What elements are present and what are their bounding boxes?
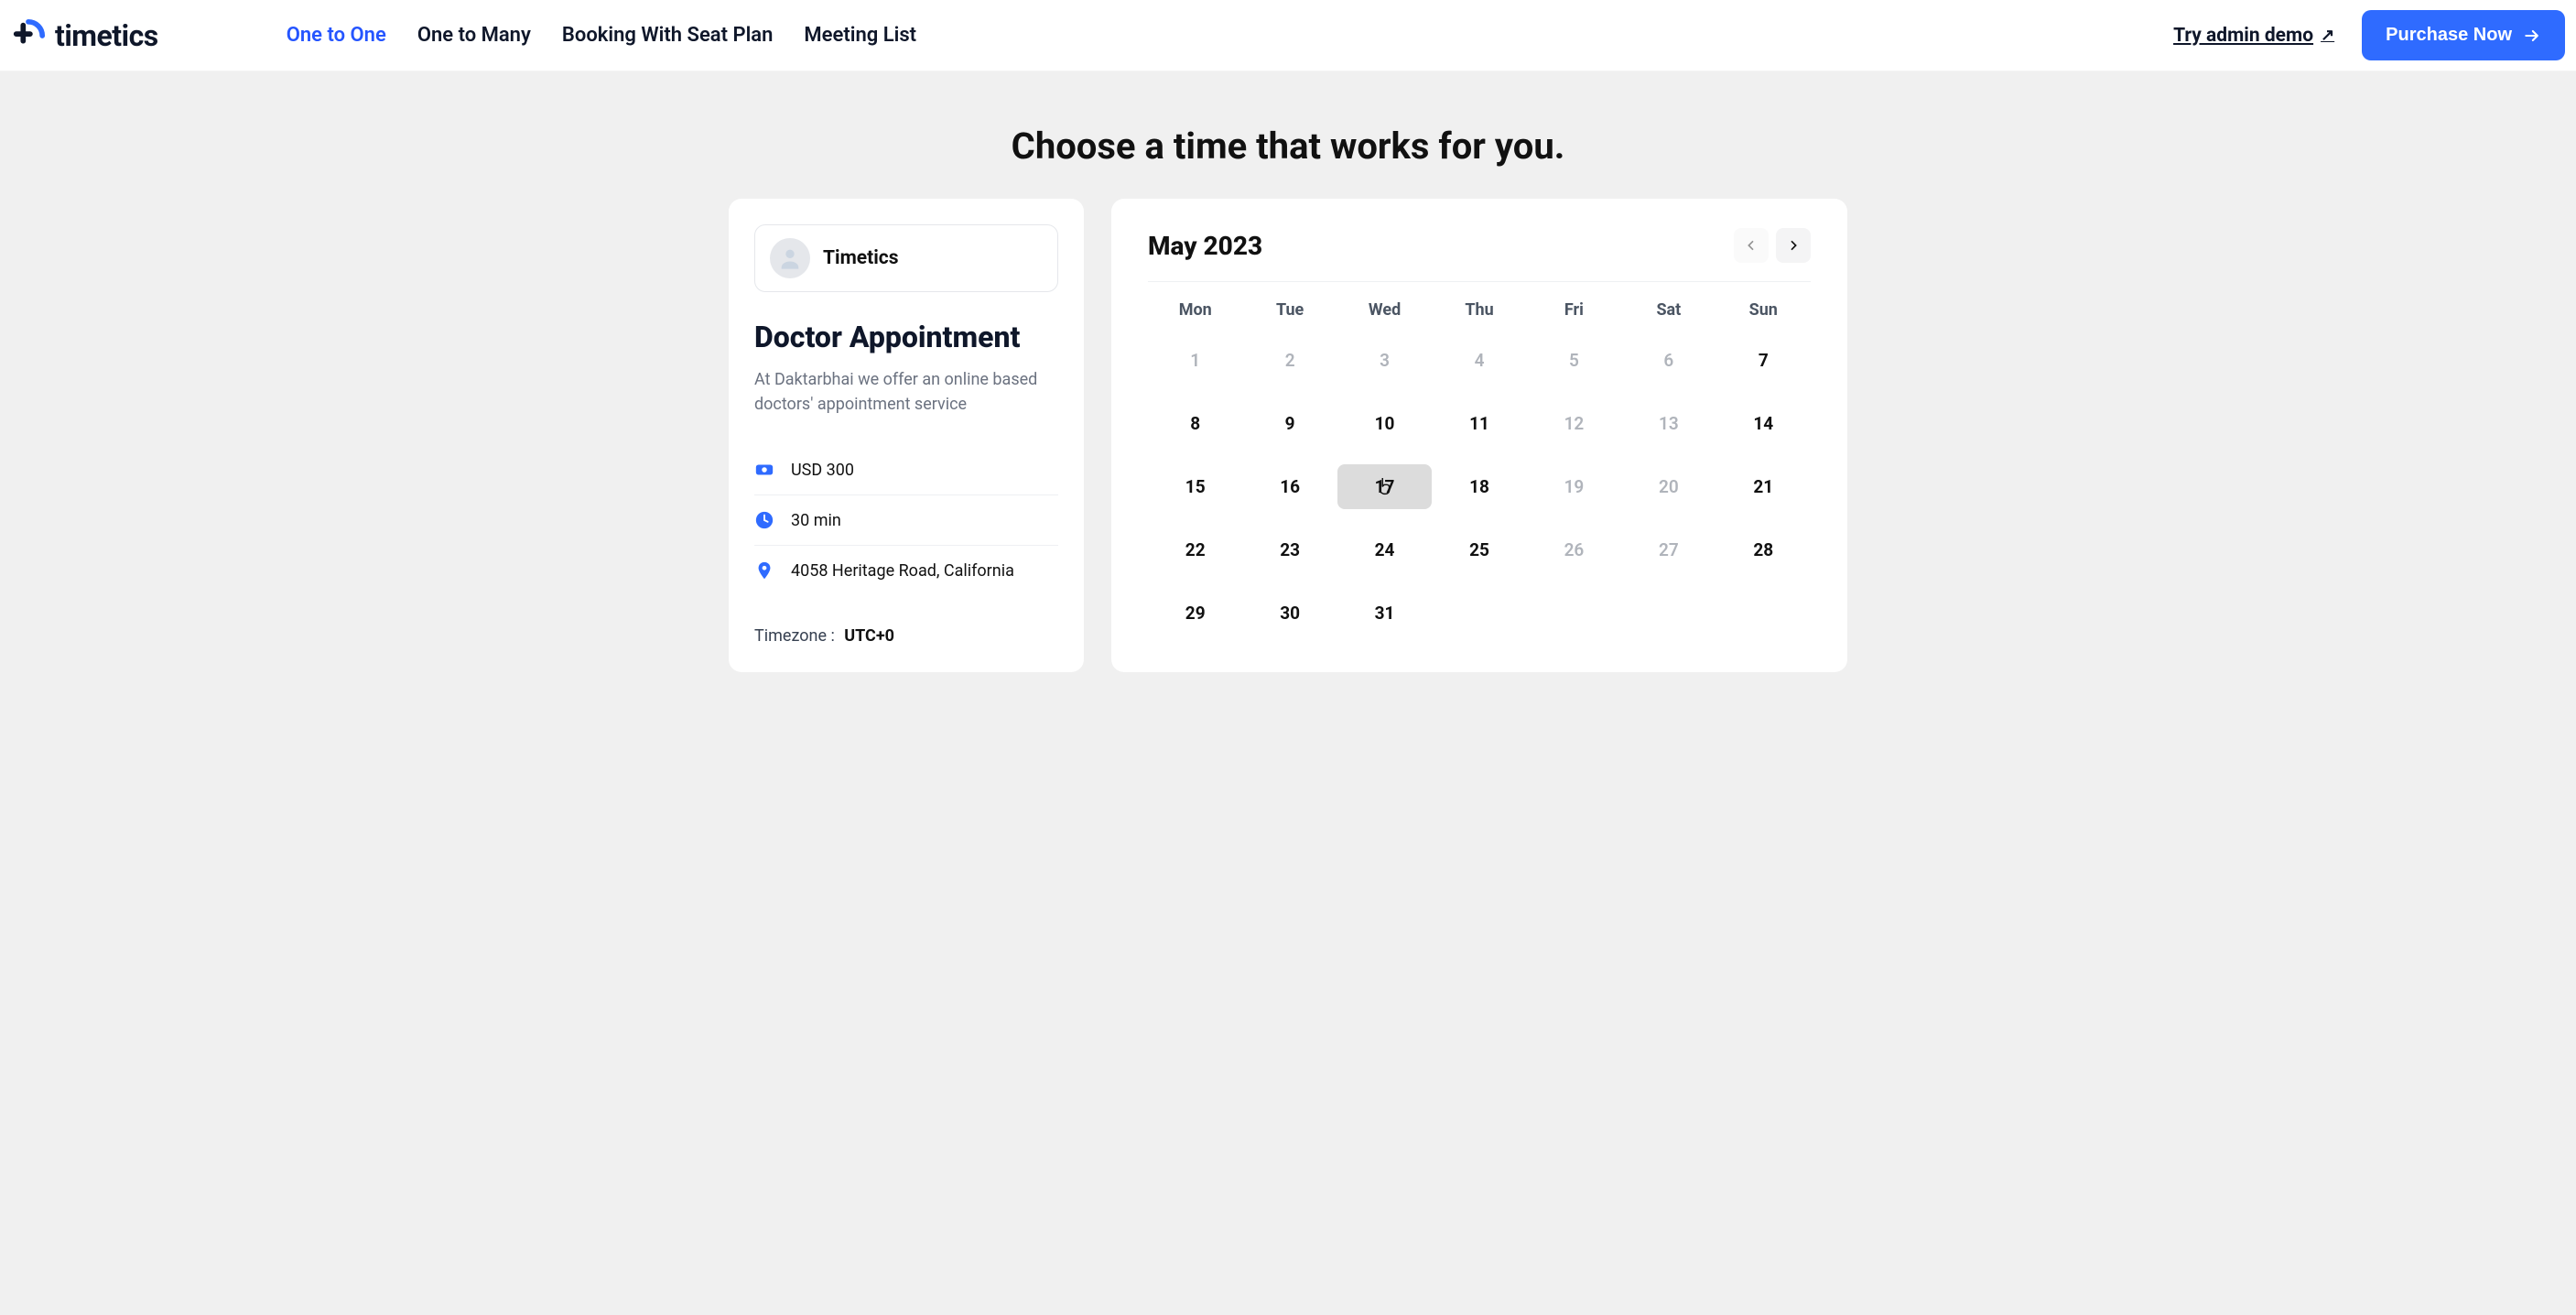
calendar-day: 20	[1621, 464, 1716, 509]
meta-location: 4058 Heritage Road, California	[754, 546, 1058, 595]
calendar-header: May 2023	[1148, 228, 1811, 282]
calendar-day[interactable]: 28	[1716, 527, 1811, 572]
page-heading: Choose a time that works for you.	[0, 71, 2576, 199]
location-value: 4058 Heritage Road, California	[791, 561, 1014, 581]
calendar-day[interactable]: 15	[1148, 464, 1242, 509]
timezone-label: Timezone :	[754, 626, 835, 646]
calendar-card: May 2023 MonTueWedThuFriSatSun1234567891…	[1111, 199, 1847, 672]
meeting-title: Doctor Appointment	[754, 320, 1058, 354]
avatar	[770, 238, 810, 278]
duration-value: 30 min	[791, 511, 841, 530]
cursor-pointer-icon	[1375, 475, 1395, 495]
calendar-nav	[1734, 228, 1811, 263]
calendar-day[interactable]: 8	[1148, 401, 1242, 446]
header-actions: Try admin demo ↗ Purchase Now	[2173, 10, 2565, 60]
timezone-row: Timezone : UTC+0	[754, 626, 1058, 646]
calendar-day[interactable]: 30	[1242, 591, 1337, 636]
calendar-weekday: Thu	[1432, 300, 1526, 320]
organization-box: Timetics	[754, 224, 1058, 292]
calendar-day[interactable]: 21	[1716, 464, 1811, 509]
calendar-day[interactable]: 25	[1432, 527, 1526, 572]
calendar-weekday: Sat	[1621, 300, 1716, 320]
calendar-day: 2	[1242, 338, 1337, 383]
meeting-meta-list: USD 300 30 min 4058 Heritage Road, Calif…	[754, 444, 1058, 595]
try-admin-demo-link[interactable]: Try admin demo ↗	[2173, 25, 2334, 47]
arrow-right-icon	[2523, 27, 2541, 45]
calendar-day[interactable]: 22	[1148, 527, 1242, 572]
chevron-right-icon	[1786, 238, 1801, 253]
calendar-prev-button[interactable]	[1734, 228, 1769, 263]
meeting-info-card: Timetics Doctor Appointment At Daktarbha…	[729, 199, 1084, 672]
calendar-month-label: May 2023	[1148, 231, 1262, 261]
logo-mark-icon	[11, 18, 46, 53]
calendar-day: 26	[1527, 527, 1621, 572]
calendar-weekday: Fri	[1527, 300, 1621, 320]
calendar-day[interactable]: 24	[1337, 527, 1432, 572]
primary-nav: One to One One to Many Booking With Seat P…	[287, 24, 916, 47]
calendar-day: 27	[1621, 527, 1716, 572]
calendar-day[interactable]: 23	[1242, 527, 1337, 572]
calendar-day: 19	[1527, 464, 1621, 509]
calendar-day[interactable]: 9	[1242, 401, 1337, 446]
calendar-day[interactable]: 29	[1148, 591, 1242, 636]
calendar-day[interactable]: 18	[1432, 464, 1526, 509]
nav-item[interactable]: Booking With Seat Plan	[562, 24, 774, 47]
calendar-day[interactable]: 11	[1432, 401, 1526, 446]
calendar-weekday: Tue	[1242, 300, 1337, 320]
calendar-day[interactable]: 31	[1337, 591, 1432, 636]
organization-name: Timetics	[823, 247, 899, 269]
calendar-day[interactable]: 10	[1337, 401, 1432, 446]
purchase-label: Purchase Now	[2386, 25, 2512, 46]
user-icon	[777, 245, 803, 271]
site-header: timetics One to One One to Many Booking Wi…	[0, 0, 2576, 71]
panel-row: Timetics Doctor Appointment At Daktarbha…	[0, 199, 2576, 672]
timezone-value: UTC+0	[844, 626, 894, 646]
demo-link-label: Try admin demo	[2173, 25, 2313, 47]
calendar-weekday: Wed	[1337, 300, 1432, 320]
nav-item[interactable]: One to One	[287, 24, 386, 47]
location-pin-icon	[754, 560, 774, 581]
calendar-weekday: Mon	[1148, 300, 1242, 320]
calendar-day: 6	[1621, 338, 1716, 383]
nav-item[interactable]: One to Many	[417, 24, 531, 47]
price-icon	[754, 460, 774, 480]
chevron-left-icon	[1744, 238, 1759, 253]
calendar-grid: MonTueWedThuFriSatSun1234567891011121314…	[1148, 300, 1811, 636]
nav-item[interactable]: Meeting List	[804, 24, 916, 47]
purchase-now-button[interactable]: Purchase Now	[2362, 10, 2565, 60]
clock-icon	[754, 510, 774, 530]
calendar-day: 4	[1432, 338, 1526, 383]
calendar-weekday: Sun	[1716, 300, 1811, 320]
calendar-day: 13	[1621, 401, 1716, 446]
calendar-day[interactable]: 16	[1242, 464, 1337, 509]
calendar-day: 1	[1148, 338, 1242, 383]
calendar-day: 5	[1527, 338, 1621, 383]
calendar-day[interactable]: 7	[1716, 338, 1811, 383]
meta-price: USD 300	[754, 445, 1058, 495]
meta-duration: 30 min	[754, 495, 1058, 546]
calendar-next-button[interactable]	[1776, 228, 1811, 263]
calendar-day[interactable]: 14	[1716, 401, 1811, 446]
meeting-description: At Daktarbhai we offer an online based d…	[754, 367, 1058, 417]
page-body: Choose a time that works for you. Timeti…	[0, 71, 2576, 1315]
calendar-day: 3	[1337, 338, 1432, 383]
brand-name: timetics	[55, 18, 158, 53]
external-link-icon: ↗	[2321, 26, 2334, 45]
calendar-day[interactable]: 17	[1337, 464, 1432, 509]
price-value: USD 300	[791, 461, 854, 480]
brand-logo[interactable]: timetics	[11, 18, 158, 53]
calendar-day: 12	[1527, 401, 1621, 446]
